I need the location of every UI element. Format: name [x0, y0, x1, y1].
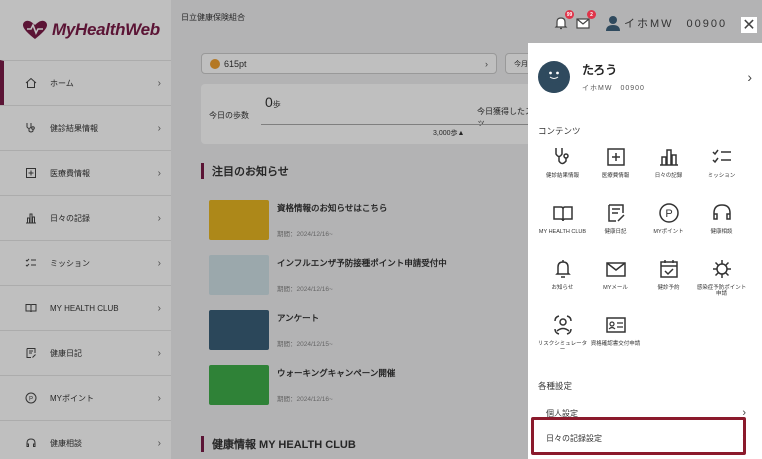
mail-badge: 2: [587, 10, 596, 19]
user-icon: [606, 16, 620, 31]
content-item-label: ミッション: [707, 173, 736, 179]
highlight-frame: [531, 417, 746, 455]
virus-icon: [710, 257, 734, 281]
content-item-qualification-card[interactable]: 資格確認書交付申請: [589, 313, 642, 361]
content-item-label: MYポイント: [653, 229, 684, 235]
content-item-infection-point[interactable]: 感染症予防ポイント申請: [695, 257, 748, 305]
stethoscope-icon: [551, 145, 575, 169]
content-item-label: リスクシミュレーター: [537, 341, 588, 354]
chevron-right-icon: ›: [747, 69, 752, 85]
content-item-risk-simulator[interactable]: リスクシミュレーター: [536, 313, 589, 361]
content-item-checkup[interactable]: 健診結果情報: [536, 145, 589, 193]
mail-icon: [604, 257, 628, 281]
avatar: [538, 61, 570, 93]
profile-row[interactable]: たろう イホMW 00900 ›: [538, 53, 752, 101]
bar-chart-icon: [657, 145, 681, 169]
content-item-label: お知らせ: [551, 285, 574, 291]
content-item-my-mail[interactable]: MYメール: [589, 257, 642, 305]
content-item-consult[interactable]: 健康相談: [695, 201, 748, 249]
calendar-check-icon: [657, 257, 681, 281]
header-user[interactable]: イホMW 00900: [606, 15, 727, 31]
content-item-label: 医療費情報: [601, 173, 630, 179]
plus-box-icon: [604, 145, 628, 169]
content-item-label: 健康相談: [710, 229, 733, 235]
point-icon: P: [657, 201, 681, 225]
diary-icon: [604, 201, 628, 225]
content-item-label: 感染症予防ポイント申請: [696, 285, 747, 298]
contents-title: コンテンツ: [538, 126, 581, 136]
bell-icon: [551, 257, 575, 281]
profile-name: たろう: [582, 63, 618, 77]
content-item-daily-record[interactable]: 日々の記録: [642, 145, 695, 193]
svg-text:P: P: [665, 208, 672, 220]
content-item-label: 健診結果情報: [545, 173, 579, 179]
content-item-label: 健康日記: [604, 229, 627, 235]
risk-sim-icon: [551, 313, 575, 337]
content-item-medical-cost[interactable]: 医療費情報: [589, 145, 642, 193]
profile-id: イホMW 00900: [582, 85, 645, 92]
mail-button[interactable]: 2: [574, 10, 596, 32]
content-item-label: MY HEALTH CLUB: [538, 229, 587, 235]
menu-drawer: たろう イホMW 00900 › コンテンツ 健診結果情報 医療費情報 日々の記…: [528, 43, 762, 459]
header-user-id: イホMW 00900: [624, 18, 728, 30]
content-item-my-point[interactable]: P MYポイント: [642, 201, 695, 249]
content-item-health-club[interactable]: MY HEALTH CLUB: [536, 201, 589, 249]
content-item-notice[interactable]: お知らせ: [536, 257, 589, 305]
close-icon: ✕: [742, 17, 756, 34]
settings-title: 各種設定: [538, 381, 573, 391]
content-item-label: 日々の記録: [654, 173, 683, 179]
content-item-checkup-reservation[interactable]: 健診予約: [642, 257, 695, 305]
content-item-mission[interactable]: ミッション: [695, 145, 748, 193]
content-item-label: MYメール: [603, 285, 628, 291]
checklist-icon: [710, 145, 734, 169]
notification-button[interactable]: 99: [552, 10, 574, 32]
header-icons: 99 2 イホMW 00900: [552, 10, 727, 32]
book-icon: [551, 201, 575, 225]
headset-icon: [710, 201, 734, 225]
contents-grid: 健診結果情報 医療費情報 日々の記録 ミッション MY HEALTH CLUB …: [536, 145, 748, 361]
content-item-label: 資格確認書交付申請: [590, 341, 641, 347]
close-button[interactable]: ✕: [741, 17, 757, 34]
id-card-icon: [604, 313, 628, 337]
profile-text: たろう イホMW 00900: [582, 61, 645, 93]
notification-badge: 99: [565, 10, 574, 19]
content-item-label: 健診予約: [657, 285, 680, 291]
content-item-diary[interactable]: 健康日記: [589, 201, 642, 249]
